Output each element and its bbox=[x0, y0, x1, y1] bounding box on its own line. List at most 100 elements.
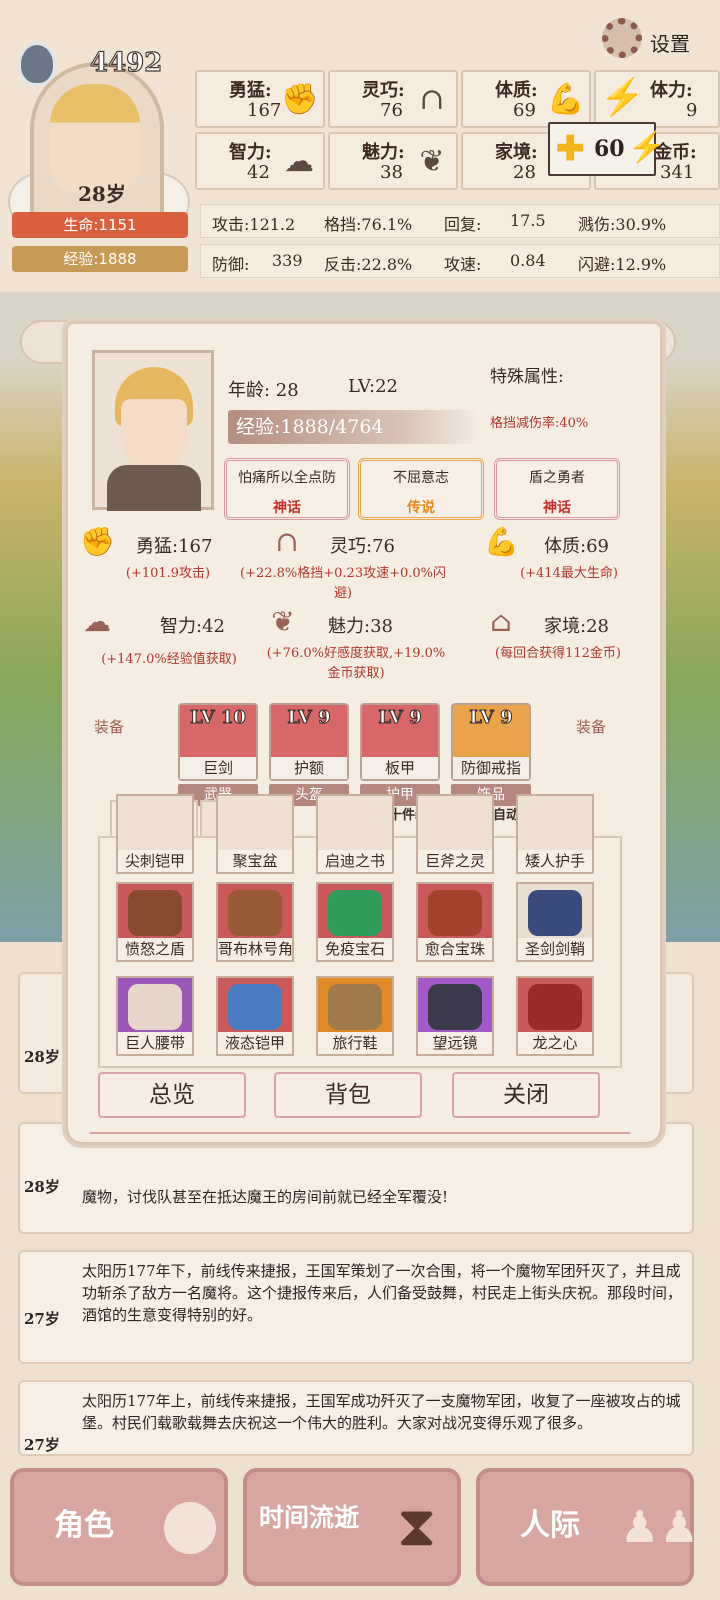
defense-value: 339 bbox=[272, 251, 303, 270]
item-art bbox=[428, 890, 482, 936]
special-attr-value: 格挡减伤率:40% bbox=[490, 416, 589, 431]
attr-courage-effect: (+101.9攻击) bbox=[125, 566, 211, 581]
inventory-item[interactable]: 启迪之书 bbox=[316, 794, 394, 874]
bag-button[interactable]: 背包 bbox=[274, 1072, 422, 1118]
list-item: 太阳历177年上，前线传来捷报，王国军成功歼灭了一支魔物军团，收复了一座被攻占的… bbox=[18, 1380, 694, 1456]
attr-agility-effect: (+22.8%格挡+0.23攻速+0.0%闪避) bbox=[239, 566, 447, 601]
item-name: 免疫宝石 bbox=[318, 938, 392, 960]
divider-ornament bbox=[90, 1132, 630, 1134]
modal-level: LV:22 bbox=[348, 376, 398, 397]
equip-label-right: 装备 bbox=[576, 718, 607, 736]
inventory-item[interactable]: 矮人护手 bbox=[516, 794, 594, 874]
cloak-icon: ∩ bbox=[419, 82, 445, 117]
attr-intelligence: 智力:42 bbox=[160, 616, 225, 637]
modal-age: 年龄: 28 bbox=[228, 380, 299, 401]
lightning-icon: ⚡ bbox=[600, 77, 645, 118]
inventory-item[interactable]: 液态铠甲 bbox=[216, 976, 294, 1056]
lightning-icon: ⚡ bbox=[628, 130, 666, 165]
plus-icon: ✚ bbox=[556, 129, 585, 169]
block-stat: 格挡:76.1% bbox=[324, 215, 413, 234]
trait-card[interactable]: 怕痛所以全点防 神话 bbox=[224, 458, 350, 520]
trait-card[interactable]: 盾之勇者 神话 bbox=[494, 458, 620, 520]
item-name: 旅行鞋 bbox=[318, 1032, 392, 1054]
item-name: 巨人腰带 bbox=[118, 1032, 192, 1054]
inventory-item[interactable]: 愤怒之盾 bbox=[116, 882, 194, 962]
item-art bbox=[528, 984, 582, 1030]
inventory-item[interactable]: 巨斧之灵 bbox=[416, 794, 494, 874]
nav-time-flow[interactable]: 时间流逝 ⧗ bbox=[243, 1468, 461, 1586]
item-art bbox=[428, 984, 482, 1030]
fist-icon: ✊ bbox=[281, 82, 319, 117]
stamina-card[interactable]: ⚡ 体力: 9 bbox=[594, 70, 720, 128]
stat-card-courage[interactable]: 勇猛: 167 ✊ bbox=[195, 70, 325, 128]
log-age: 28岁 bbox=[24, 1178, 60, 1196]
inventory-item[interactable]: 旅行鞋 bbox=[316, 976, 394, 1056]
attack-speed-label: 攻速: bbox=[444, 255, 482, 274]
inventory-row-partial: 尖刺铠甲 聚宝盆 启迪之书 巨斧之灵 矮人护手 bbox=[110, 794, 610, 874]
gear-icon bbox=[602, 18, 642, 58]
flower-icon: ❦ bbox=[271, 605, 295, 638]
attr-physique-effect: (+414最大生命) bbox=[520, 566, 618, 581]
equip-slot-accessory[interactable]: LV 9 防御戒指 bbox=[451, 703, 531, 781]
inventory-item[interactable]: 尖刺铠甲 bbox=[116, 794, 194, 874]
item-name: 哥布林号角 bbox=[218, 938, 294, 960]
log-age: 28岁 bbox=[24, 1048, 60, 1066]
item-art bbox=[528, 890, 582, 936]
settings-button[interactable]: 设置 bbox=[596, 14, 706, 64]
fist-icon: ✊ bbox=[80, 525, 115, 558]
inventory-item[interactable]: 愈合宝珠 bbox=[416, 882, 494, 962]
stamina-plus-value: 60 bbox=[594, 136, 625, 162]
counter-stat: 反击:22.8% bbox=[324, 255, 413, 274]
stat-card-intelligence[interactable]: 智力: 42 ☁ bbox=[195, 132, 325, 190]
log-text: 魔物，讨伐队甚至在抵达魔王的房间前就已经全军覆没! bbox=[82, 1188, 449, 1206]
modal-exp-bar: 经验:1888/4764 bbox=[228, 410, 478, 444]
ghost-currency-icon bbox=[18, 42, 56, 86]
trait-rarity: 传说 bbox=[407, 500, 435, 516]
inventory-item[interactable]: 免疫宝石 bbox=[316, 882, 394, 962]
stat-card-physique[interactable]: 体质: 69 💪 bbox=[461, 70, 591, 128]
trait-rarity: 神话 bbox=[543, 500, 571, 516]
arm-icon: 💪 bbox=[547, 82, 585, 117]
attr-intelligence-effect: (+147.0%经验值获取) bbox=[101, 652, 237, 667]
item-art bbox=[128, 984, 182, 1030]
inventory-item[interactable]: 望远镜 bbox=[416, 976, 494, 1056]
regen-label: 回复: bbox=[444, 215, 482, 234]
inventory-item[interactable]: 巨人腰带 bbox=[116, 976, 194, 1056]
item-name: 愈合宝珠 bbox=[418, 938, 492, 960]
item-art bbox=[328, 984, 382, 1030]
log-text: 太阳历177年下，前线传来捷报，王国军策划了一次合围，将一个魔物军团歼灭了，并且… bbox=[82, 1262, 683, 1324]
inventory-item[interactable]: 聚宝盆 bbox=[216, 794, 294, 874]
inventory-item[interactable]: 圣剑剑鞘 bbox=[516, 882, 594, 962]
trait-card[interactable]: 不屈意志 传说 bbox=[358, 458, 484, 520]
item-art bbox=[328, 890, 382, 936]
house-icon: ⌂ bbox=[490, 605, 512, 638]
overview-button[interactable]: 总览 bbox=[98, 1072, 246, 1118]
inventory-item[interactable]: 哥布林号角 bbox=[216, 882, 294, 962]
equip-slot-weapon[interactable]: LV 10 巨剑 bbox=[178, 703, 258, 781]
stamina-value: 9 bbox=[686, 100, 698, 121]
stamina-label: 体力: bbox=[650, 80, 693, 101]
coin-count: 4492 bbox=[89, 47, 163, 78]
attr-family: 家境:28 bbox=[544, 616, 609, 637]
nav-character[interactable]: 角色 bbox=[10, 1468, 228, 1586]
attack-speed-value: 0.84 bbox=[510, 251, 546, 270]
stat-card-charm[interactable]: 魅力: 38 ❦ bbox=[328, 132, 458, 190]
item-name: 圣剑剑鞘 bbox=[518, 938, 592, 960]
attr-charm: 魅力:38 bbox=[328, 616, 393, 637]
equip-slot-armor[interactable]: LV 9 板甲 bbox=[360, 703, 440, 781]
inventory-row: 巨人腰带 液态铠甲 旅行鞋 望远镜 龙之心 bbox=[116, 976, 616, 1058]
add-stamina-button[interactable]: ✚ 60 ⚡ bbox=[548, 122, 665, 176]
attr-charm-effect: (+76.0%好感度获取,+19.0%金币获取) bbox=[266, 646, 446, 681]
equip-slot-helmet[interactable]: LV 9 护额 bbox=[269, 703, 349, 781]
nav-relations[interactable]: 人际 ♟♟ bbox=[476, 1468, 699, 1586]
attr-courage: 勇猛:167 bbox=[136, 536, 213, 557]
close-button[interactable]: 关闭 bbox=[452, 1072, 600, 1118]
item-name: 望远镜 bbox=[418, 1032, 492, 1054]
item-art bbox=[228, 984, 282, 1030]
character-portrait bbox=[92, 350, 214, 511]
age-label: 28岁 bbox=[78, 182, 126, 206]
attr-physique: 体质:69 bbox=[544, 536, 609, 557]
brain-icon: ☁ bbox=[284, 144, 314, 179]
stat-card-agility[interactable]: 灵巧: 76 ∩ bbox=[328, 70, 458, 128]
inventory-item[interactable]: 龙之心 bbox=[516, 976, 594, 1056]
